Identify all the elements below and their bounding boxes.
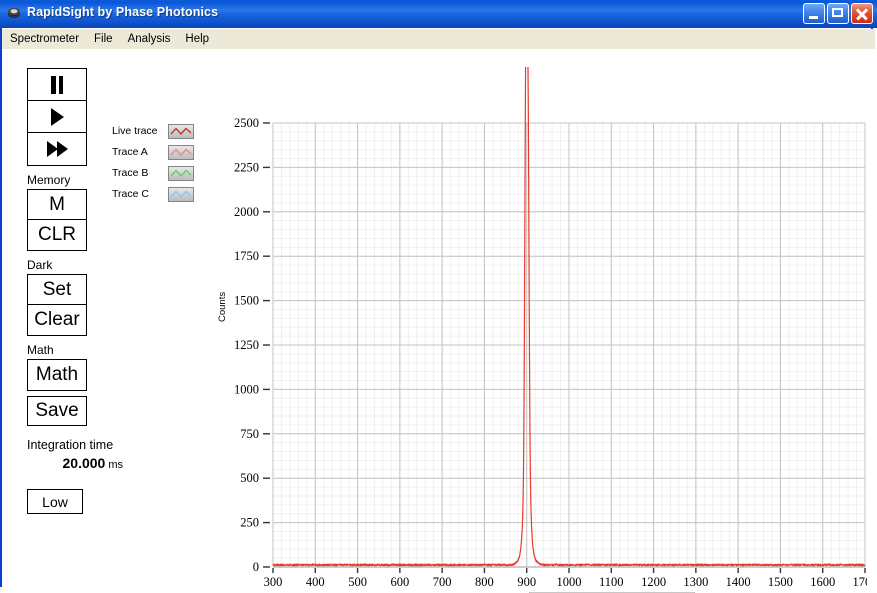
svg-text:500: 500 [240,471,259,485]
menu-item-analysis[interactable]: Analysis [121,31,178,47]
svg-text:2000: 2000 [234,205,259,219]
minimize-button[interactable] [803,3,825,24]
legend-swatch-trace-a[interactable] [168,144,194,160]
save-button[interactable]: Save [27,396,87,426]
integration-time-value[interactable]: 20.000 [63,455,106,471]
svg-text:1200: 1200 [641,575,666,587]
memory-section-label: Memory [27,173,71,187]
trace-legend: Live trace Trace A Trace B Trace C [112,122,194,206]
maximize-button[interactable] [827,3,849,24]
menu-item-spectrometer[interactable]: Spectrometer [3,31,86,47]
svg-text:1600: 1600 [810,575,835,587]
svg-text:700: 700 [433,575,452,587]
fast-forward-icon [46,141,68,157]
legend-row-live-trace: Live trace [112,122,194,140]
svg-text:250: 250 [240,516,259,530]
transport-button-group [27,68,87,166]
legend-swatch-trace-c[interactable] [168,186,194,202]
y-axis-label: Counts [217,291,228,322]
svg-text:1500: 1500 [234,294,259,308]
control-panel: Memory M CLR Dark Set Clear Math Math Sa… [27,68,123,514]
memory-store-button[interactable]: M [28,190,86,220]
legend-swatch-live-trace[interactable] [168,123,194,139]
svg-text:800: 800 [475,575,494,587]
application-window: RapidSight by Phase Photonics Spectromet… [0,0,877,593]
math-button-wrap: Math [27,359,87,391]
svg-text:300: 300 [264,575,283,587]
title-bar: RapidSight by Phase Photonics [0,0,877,28]
legend-row-trace-c: Trace C [112,185,194,203]
dark-section-label: Dark [27,258,53,272]
svg-text:1000: 1000 [234,382,259,396]
svg-text:600: 600 [390,575,409,587]
close-button[interactable] [851,3,873,24]
memory-clear-button[interactable]: CLR [28,220,86,250]
play-icon [50,107,64,126]
window-button-group [803,3,873,24]
dark-set-button[interactable]: Set [28,275,86,305]
menu-item-help[interactable]: Help [178,31,216,47]
svg-text:1700: 1700 [853,575,868,587]
svg-text:2250: 2250 [234,160,259,174]
legend-swatch-trace-b[interactable] [168,165,194,181]
svg-text:0: 0 [253,560,259,574]
svg-text:750: 750 [240,427,259,441]
legend-label-live-trace: Live trace [112,125,158,137]
integration-time-unit: ms [108,459,123,471]
legend-label-trace-b: Trace B [112,167,149,179]
integration-time-label: Integration time [27,438,114,452]
svg-text:400: 400 [306,575,325,587]
window-title: RapidSight by Phase Photonics [27,5,219,19]
app-icon [8,8,20,18]
memory-button-group: M CLR [27,189,87,251]
menu-item-file[interactable]: File [87,31,120,47]
svg-text:1500: 1500 [768,575,793,587]
legend-row-trace-a: Trace A [112,143,194,161]
dark-clear-button[interactable]: Clear [28,305,86,335]
spectrum-plot: Counts 0 250 500 750 1000 1250 1500 1750 2000 225… [217,2,877,593]
integration-time-row: 20.000 ms [27,455,124,473]
dark-button-group: Set Clear [27,274,87,336]
svg-text:1300: 1300 [683,575,708,587]
legend-row-trace-b: Trace B [112,164,194,182]
fast-forward-button[interactable] [28,133,86,165]
gain-low-button[interactable]: Low [27,489,83,514]
math-button[interactable]: Math [28,360,86,390]
pause-button[interactable] [28,69,86,101]
svg-text:1000: 1000 [557,575,582,587]
menu-bar: Spectrometer File Analysis Help [2,29,875,49]
svg-text:900: 900 [517,575,536,587]
svg-text:1750: 1750 [234,249,259,263]
client-area: Memory M CLR Dark Set Clear Math Math Sa… [2,2,877,593]
svg-text:2500: 2500 [234,116,259,130]
chart-canvas[interactable]: 0 250 500 750 1000 1250 1500 1750 2000 2250 2500 30… [217,2,877,589]
legend-label-trace-a: Trace A [112,146,148,158]
svg-text:1100: 1100 [599,575,624,587]
play-button[interactable] [28,101,86,133]
svg-text:1400: 1400 [726,575,751,587]
pause-icon [50,75,64,94]
math-section-label: Math [27,343,54,357]
svg-text:500: 500 [348,575,367,587]
legend-label-trace-c: Trace C [112,188,149,200]
svg-text:1250: 1250 [234,338,259,352]
